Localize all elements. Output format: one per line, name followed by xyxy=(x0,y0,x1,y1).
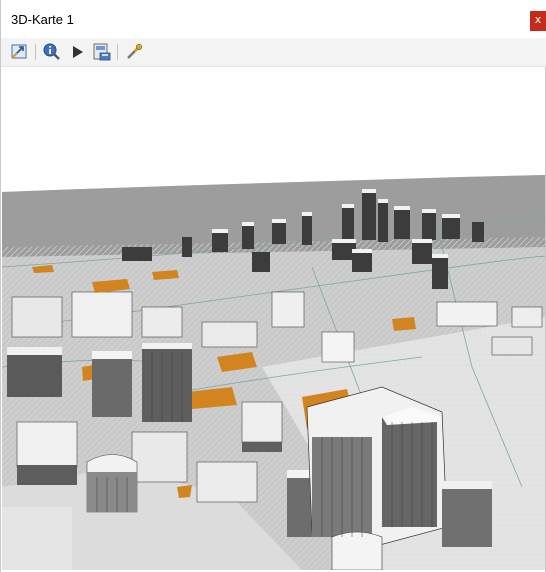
sky xyxy=(2,67,545,187)
window-title: 3D-Karte 1 xyxy=(11,12,74,27)
zoom-full-icon xyxy=(11,44,27,59)
save-image-button[interactable] xyxy=(91,41,113,63)
identify-button[interactable] xyxy=(41,41,63,63)
zoom-full-button[interactable] xyxy=(9,41,31,63)
configure-button[interactable] xyxy=(123,41,145,63)
configure-icon xyxy=(127,43,143,59)
3d-scene xyxy=(2,67,545,570)
toolbar-separator xyxy=(35,44,36,60)
title-bar: 3D-Karte 1 x xyxy=(1,0,546,38)
3d-map-canvas[interactable] xyxy=(2,67,545,570)
3d-map-window: 3D-Karte 1 x xyxy=(0,0,546,572)
close-button[interactable]: x xyxy=(530,11,546,31)
toolbar-separator xyxy=(117,44,118,60)
play-animation-icon xyxy=(73,46,83,58)
toolbar xyxy=(1,38,546,67)
identify-icon xyxy=(43,43,60,60)
play-animation-button[interactable] xyxy=(67,41,89,63)
save-image-icon xyxy=(93,43,111,61)
